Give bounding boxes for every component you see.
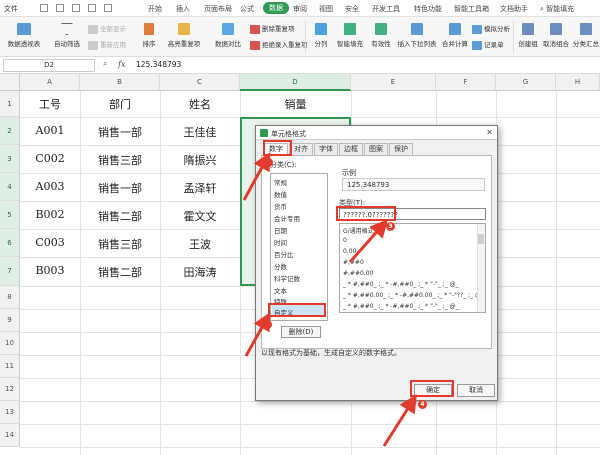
- arrow-step-3: [348, 219, 388, 263]
- arrow-step-2: [244, 312, 271, 357]
- arrow-step-4: [382, 394, 417, 447]
- arrow-step-1: [242, 152, 271, 201]
- annotation-arrows: [242, 152, 417, 447]
